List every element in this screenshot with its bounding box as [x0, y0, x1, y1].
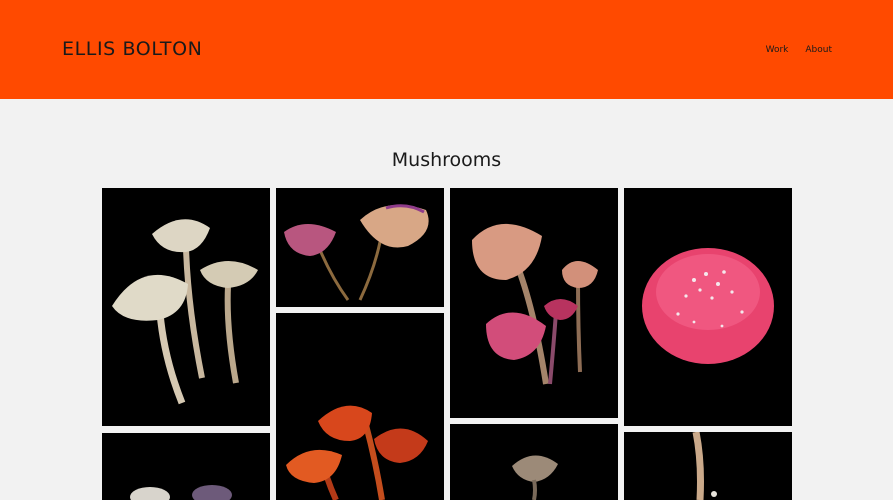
- mushroom-image: [450, 424, 618, 500]
- site-title[interactable]: ELLIS BOLTON: [62, 38, 202, 60]
- photo-pink-mushrooms-trio[interactable]: [450, 188, 618, 418]
- mushroom-image: [450, 188, 618, 418]
- page-title: Mushrooms: [391, 148, 502, 171]
- photo-red-orange-waxcaps[interactable]: [276, 313, 444, 500]
- mushroom-image: [624, 432, 792, 500]
- photo-dark-mushroom-partial[interactable]: [102, 433, 270, 500]
- photo-grid: [102, 188, 792, 500]
- mushroom-image: [276, 313, 444, 500]
- site-header: ELLIS BOLTON Work About: [0, 0, 893, 99]
- mushroom-image: [102, 188, 270, 426]
- mushroom-image: [276, 188, 444, 307]
- photo-pale-mushroom-cluster[interactable]: [102, 188, 270, 426]
- nav-about-link[interactable]: About: [805, 45, 832, 55]
- photo-dried-pink-caps[interactable]: [276, 188, 444, 307]
- photo-thin-stalk-partial[interactable]: [624, 432, 792, 500]
- mushroom-image: [624, 188, 792, 426]
- photo-brown-mushroom-partial[interactable]: [450, 424, 618, 500]
- mushroom-image: [102, 433, 270, 500]
- nav-work-link[interactable]: Work: [766, 45, 789, 55]
- main-nav: Work About: [766, 45, 832, 55]
- photo-fly-agaric-cap[interactable]: [624, 188, 792, 426]
